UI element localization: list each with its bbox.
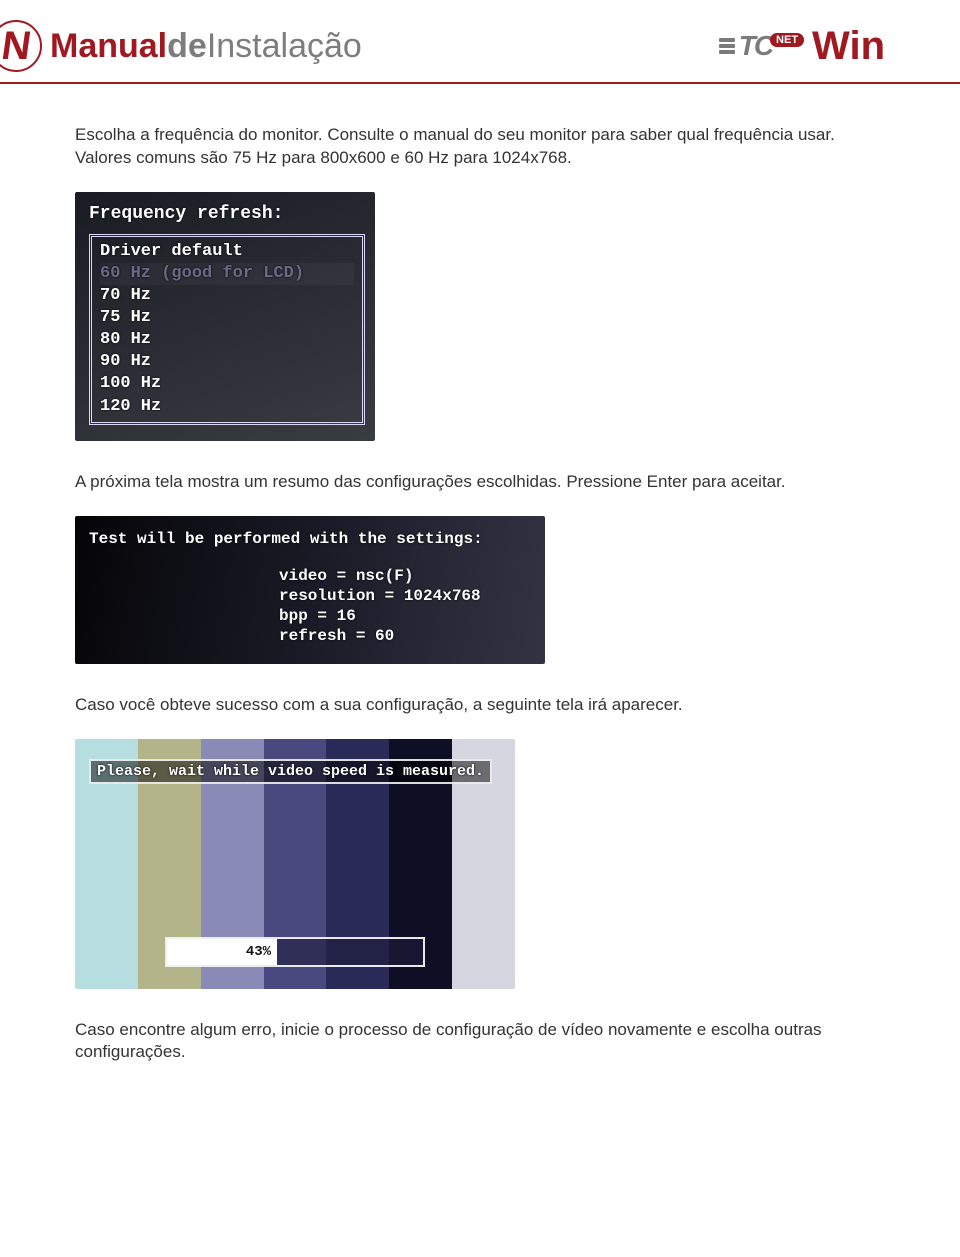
shot2-title: Test will be performed with the settings… [89,530,531,548]
settings-line: refresh = 60 [279,626,531,646]
shot3-progress-fill: 43% [167,939,277,965]
tc-bars-icon [719,38,735,54]
title-word-2: de [167,27,207,65]
shot1-listbox: Driver default60 Hz (good for LCD)70 Hz7… [89,234,365,425]
brand-win-text: Win [812,26,885,66]
settings-line: video = nsc(F) [279,566,531,586]
shot3-message: Please, wait while video speed is measur… [89,759,492,784]
frequency-option: 120 Hz [100,396,354,418]
brand-logo-icon: N [0,20,42,72]
settings-line: bpp = 16 [279,606,531,626]
screenshot-video-speed: Please, wait while video speed is measur… [75,739,515,989]
paragraph-4: Caso encontre algum erro, inicie o proce… [75,1019,885,1065]
brand-tc-logo: TC NET [719,30,808,62]
page-content: Escolha a frequência do monitor. Consult… [0,84,960,1094]
shot2-lines: video = nsc(F)resolution = 1024x768bpp =… [89,566,531,646]
shot3-progressbar: 43% [165,937,425,967]
frequency-option: 75 Hz [100,307,354,329]
shot1-title: Frequency refresh: [89,204,365,224]
frequency-option: 90 Hz [100,351,354,373]
page-header: N ManualdeInstalação TC NET Win [0,0,960,84]
frequency-option: 80 Hz [100,329,354,351]
frequency-option: 60 Hz (good for LCD) [100,263,354,285]
frequency-option: 100 Hz [100,373,354,395]
shot3-progress-label: 43% [246,944,271,960]
page-title: ManualdeInstalação [50,29,362,63]
logo-letter: N [0,26,33,66]
header-left: N ManualdeInstalação [0,20,362,72]
frequency-option: Driver default [100,241,354,263]
brand-net-badge: NET [770,33,804,47]
paragraph-3: Caso você obteve sucesso com a sua confi… [75,694,885,717]
title-word-1: Manual [50,27,167,65]
title-word-3: Instalação [207,27,362,65]
brand-tc-text: TC [739,30,772,62]
paragraph-2: A próxima tela mostra um resumo das conf… [75,471,885,494]
frequency-option: 70 Hz [100,285,354,307]
paragraph-1: Escolha a frequência do monitor. Consult… [75,124,885,170]
settings-line: resolution = 1024x768 [279,586,531,606]
screenshot-test-settings: Test will be performed with the settings… [75,516,545,664]
brand-right: TC NET Win [719,26,885,66]
screenshot-frequency-refresh: Frequency refresh: Driver default60 Hz (… [75,192,375,441]
